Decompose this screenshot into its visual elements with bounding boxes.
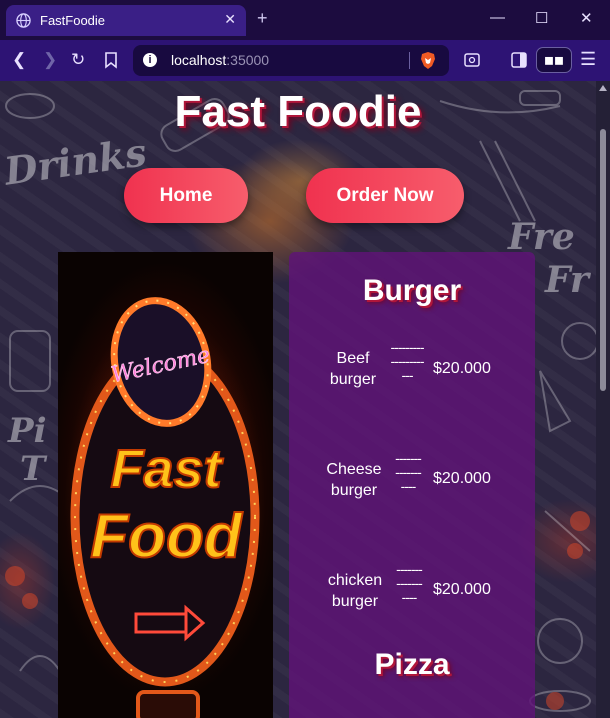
- page-viewport: Drinks Fre Fr Pi T Fast Foodie Home Orde…: [0, 81, 610, 718]
- item-name: Beef burger: [329, 350, 377, 388]
- menu-card: Burger Beef burger --------- --------- -…: [289, 252, 535, 718]
- browser-tab[interactable]: FastFoodie ✕: [6, 5, 246, 36]
- item-price: $20.000: [433, 470, 491, 487]
- item-price: $20.000: [433, 581, 491, 598]
- bookmark-icon[interactable]: [102, 51, 120, 69]
- item-name: Cheese burger: [326, 461, 382, 499]
- sidebar-icon[interactable]: [510, 51, 528, 69]
- url-separator: [409, 52, 410, 69]
- item-price: $20.000: [433, 360, 491, 377]
- order-now-button[interactable]: Order Now: [306, 168, 464, 223]
- maximize-icon[interactable]: ☐: [535, 9, 548, 27]
- globe-icon: [16, 13, 31, 28]
- minimize-icon[interactable]: —: [490, 9, 505, 26]
- home-button[interactable]: Home: [124, 168, 248, 223]
- brave-shield-icon[interactable]: [419, 51, 437, 70]
- scroll-thumb[interactable]: [600, 129, 606, 391]
- url-text: localhost:35000: [171, 52, 270, 68]
- search-tabs-icon[interactable]: [463, 51, 481, 69]
- item-dots: ------- ------- ----: [396, 561, 423, 605]
- food-neon-text: Food: [90, 502, 243, 571]
- burger-section-title: Burger: [362, 274, 462, 307]
- scroll-up-arrow-icon[interactable]: [599, 85, 607, 91]
- item-dots: ------- ------- ----: [395, 450, 422, 494]
- reload-icon[interactable]: ↻: [71, 50, 85, 70]
- reader-mode-icon[interactable]: ◼◼: [536, 47, 572, 73]
- neon-sign-illustration: Welcome Fast Food: [65, 297, 265, 718]
- browser-tabbar: FastFoodie ✕ + — ☐ ✕: [0, 0, 610, 40]
- back-icon[interactable]: ❮: [12, 50, 26, 70]
- fast-neon-text: Fast: [110, 439, 223, 499]
- browser-toolbar: ❮ ❯ ↻ i localhost:35000 ◼◼ ☰: [0, 40, 610, 81]
- pizza-section-title: Pizza: [374, 648, 450, 681]
- tab-title: FastFoodie: [40, 13, 106, 28]
- close-tab-icon[interactable]: ✕: [224, 11, 236, 28]
- forward-icon[interactable]: ❯: [43, 50, 57, 70]
- page-scrollbar[interactable]: [596, 81, 610, 718]
- address-bar[interactable]: i localhost:35000: [133, 45, 449, 76]
- site-info-icon[interactable]: i: [143, 53, 157, 67]
- menu-icon[interactable]: ☰: [580, 49, 596, 70]
- item-dots: --------- --------- ---: [390, 339, 425, 383]
- fast-food-sign-image: Welcome Fast Food: [58, 252, 273, 718]
- site-title: Fast Foodie: [174, 87, 422, 136]
- new-tab-icon[interactable]: +: [257, 9, 268, 27]
- close-window-icon[interactable]: ✕: [580, 9, 593, 27]
- item-name: chicken burger: [327, 572, 383, 610]
